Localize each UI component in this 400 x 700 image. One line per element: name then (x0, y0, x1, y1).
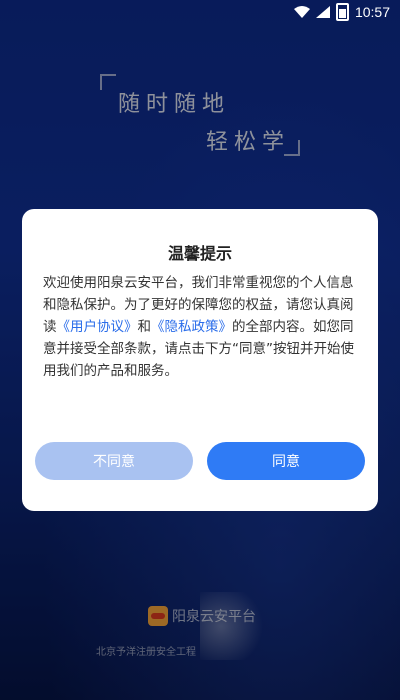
signal-icon (315, 6, 330, 18)
wifi-icon (293, 6, 310, 18)
privacy-dialog: 温馨提示 欢迎使用阳泉云安平台，我们非常重视您的个人信息和隐私保护。为了更好的保… (22, 209, 378, 511)
dialog-body: 欢迎使用阳泉云安平台，我们非常重视您的个人信息和隐私保护。为了更好的保障您的权益… (43, 272, 358, 382)
status-bar: 10:57 (0, 0, 400, 24)
disagree-button[interactable]: 不同意 (35, 442, 193, 480)
dialog-body-and: 和 (137, 319, 152, 335)
privacy-policy-link[interactable]: 《隐私政策》 (151, 319, 232, 335)
battery-icon (335, 3, 349, 21)
agree-button[interactable]: 同意 (207, 442, 365, 480)
status-time: 10:57 (354, 4, 390, 20)
user-agreement-link[interactable]: 《用户协议》 (57, 319, 138, 335)
dialog-title: 温馨提示 (167, 244, 232, 263)
